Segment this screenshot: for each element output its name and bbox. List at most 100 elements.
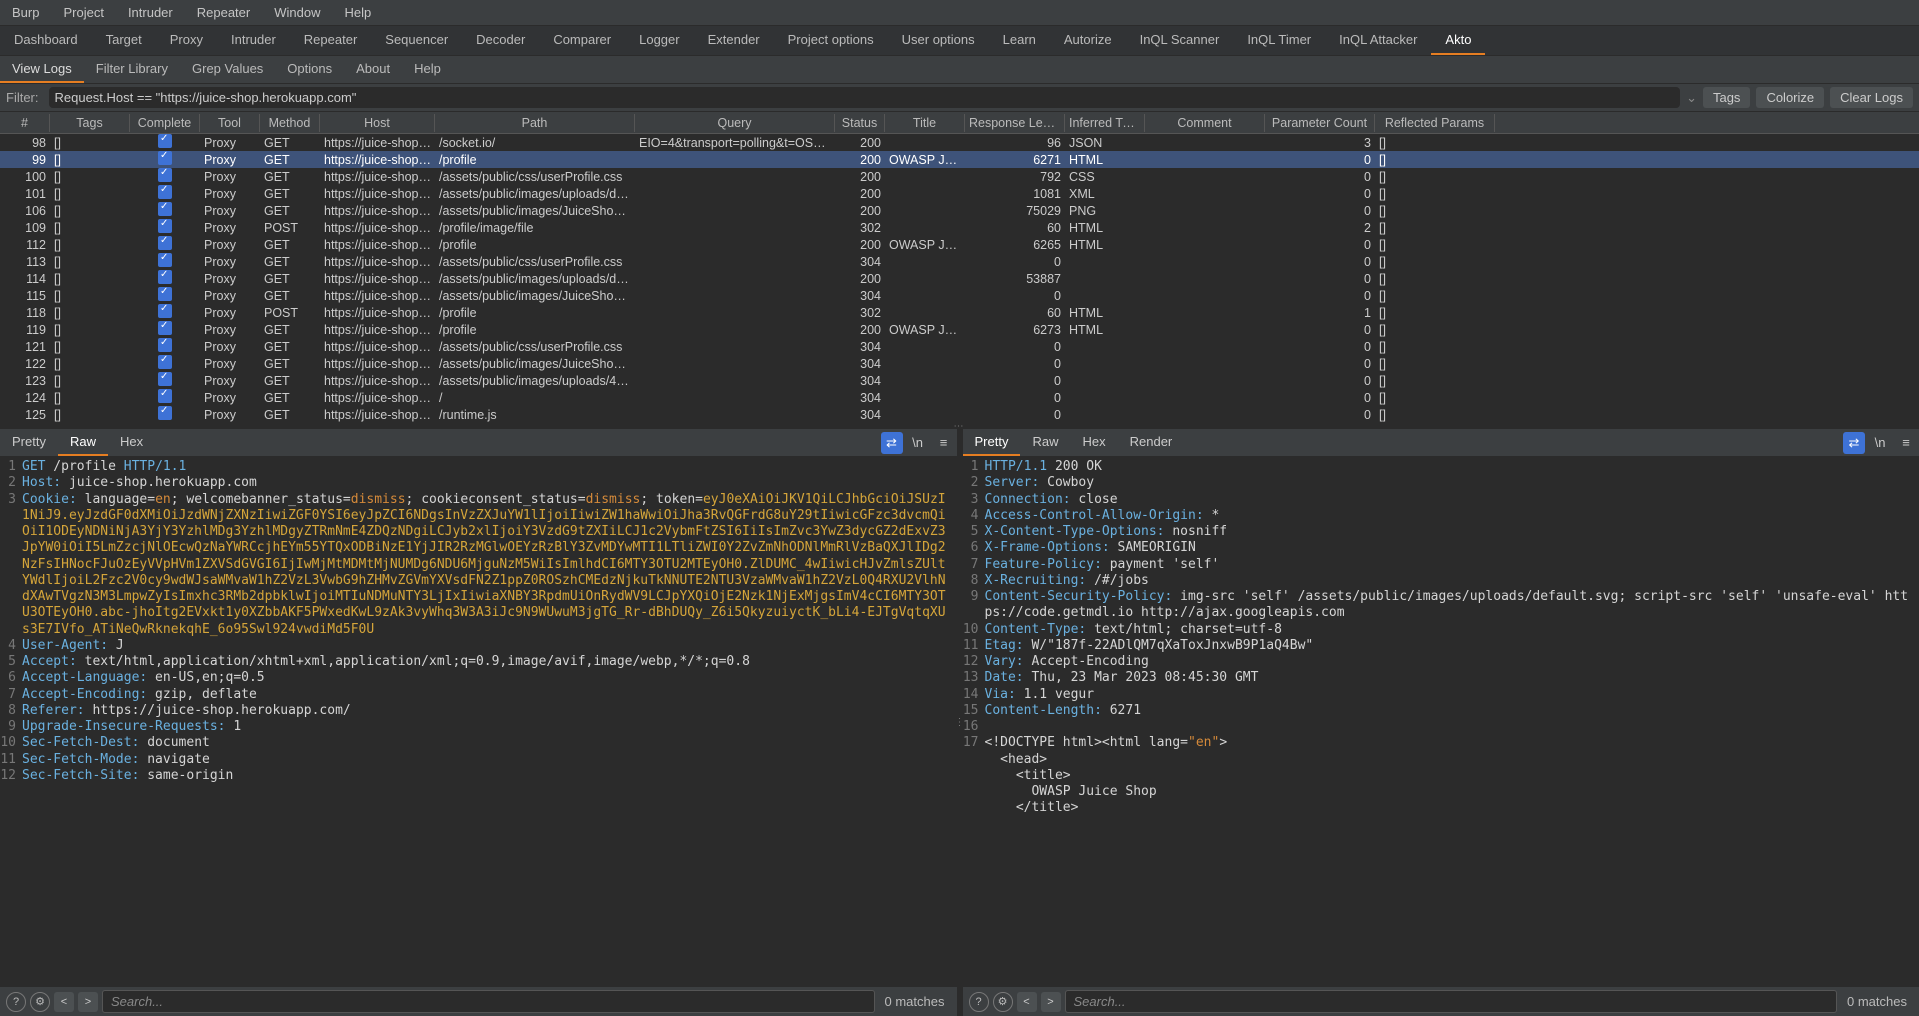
table-row[interactable]: 106 [] Proxy GET https://juice-shop.... … — [0, 202, 1919, 219]
tags-button[interactable]: Tags — [1703, 87, 1750, 108]
col-title[interactable]: Title — [885, 114, 965, 132]
col-comment[interactable]: Comment — [1145, 114, 1265, 132]
pane-tab-hex[interactable]: Hex — [108, 429, 155, 456]
col-status[interactable]: Status — [835, 114, 885, 132]
subtab-help[interactable]: Help — [402, 56, 453, 83]
filter-input[interactable]: Request.Host == "https://juice-shop.hero… — [49, 87, 1681, 108]
response-search-input[interactable]: Search... — [1065, 990, 1838, 1013]
clear-logs-button[interactable]: Clear Logs — [1830, 87, 1913, 108]
tab-logger[interactable]: Logger — [625, 26, 693, 55]
tab-decoder[interactable]: Decoder — [462, 26, 539, 55]
table-row[interactable]: 113 [] Proxy GET https://juice-shop.... … — [0, 253, 1919, 270]
help-icon[interactable]: ? — [969, 992, 989, 1012]
pane-tab-hex[interactable]: Hex — [1070, 429, 1117, 456]
col-inferred-type[interactable]: Inferred Type — [1065, 114, 1145, 132]
table-body[interactable]: 98 [] Proxy GET https://juice-shop.... /… — [0, 134, 1919, 423]
tab-comparer[interactable]: Comparer — [539, 26, 625, 55]
tab-proxy[interactable]: Proxy — [156, 26, 217, 55]
table-row[interactable]: 122 [] Proxy GET https://juice-shop.... … — [0, 355, 1919, 372]
col-tool[interactable]: Tool — [200, 114, 260, 132]
tab-dashboard[interactable]: Dashboard — [0, 26, 92, 55]
tab-inql-timer[interactable]: InQL Timer — [1233, 26, 1325, 55]
col--[interactable]: # — [0, 114, 50, 132]
tab-intruder[interactable]: Intruder — [217, 26, 290, 55]
subtab-filter-library[interactable]: Filter Library — [84, 56, 180, 83]
request-editor[interactable]: 1GET /profile HTTP/1.12Host: juice-shop.… — [0, 457, 957, 986]
code-line: 8Referer: https://juice-shop.herokuapp.c… — [0, 703, 957, 719]
menu-intruder[interactable]: Intruder — [124, 3, 177, 22]
table-row[interactable]: 115 [] Proxy GET https://juice-shop.... … — [0, 287, 1919, 304]
tab-autorize[interactable]: Autorize — [1050, 26, 1126, 55]
table-row[interactable]: 119 [] Proxy GET https://juice-shop.... … — [0, 321, 1919, 338]
request-bottom-bar: ? ⚙ < > Search... 0 matches — [0, 986, 957, 1016]
newline-icon[interactable]: \n — [1869, 432, 1891, 454]
gear-icon[interactable]: ⚙ — [30, 992, 50, 1012]
col-reflected-params[interactable]: Reflected Params — [1375, 114, 1495, 132]
pane-tab-render[interactable]: Render — [1118, 429, 1185, 456]
hamburger-icon[interactable]: ≡ — [1895, 432, 1917, 454]
col-parameter-count[interactable]: Parameter Count — [1265, 114, 1375, 132]
checkbox-icon — [158, 168, 172, 182]
tab-user-options[interactable]: User options — [888, 26, 989, 55]
tab-project-options[interactable]: Project options — [774, 26, 888, 55]
table-row[interactable]: 123 [] Proxy GET https://juice-shop.... … — [0, 372, 1919, 389]
hamburger-icon[interactable]: ≡ — [933, 432, 955, 454]
newline-icon[interactable]: \n — [907, 432, 929, 454]
prev-match-button[interactable]: < — [1017, 992, 1037, 1012]
menu-help[interactable]: Help — [340, 3, 375, 22]
tab-target[interactable]: Target — [92, 26, 156, 55]
col-query[interactable]: Query — [635, 114, 835, 132]
tab-learn[interactable]: Learn — [989, 26, 1050, 55]
table-row[interactable]: 99 [] Proxy GET https://juice-shop.... /… — [0, 151, 1919, 168]
tab-repeater[interactable]: Repeater — [290, 26, 371, 55]
tab-sequencer[interactable]: Sequencer — [371, 26, 462, 55]
table-row[interactable]: 112 [] Proxy GET https://juice-shop.... … — [0, 236, 1919, 253]
main-tabbar: DashboardTargetProxyIntruderRepeaterSequ… — [0, 26, 1919, 56]
next-match-button[interactable]: > — [78, 992, 98, 1012]
next-match-button[interactable]: > — [1041, 992, 1061, 1012]
col-complete[interactable]: Complete — [130, 114, 200, 132]
gear-icon[interactable]: ⚙ — [993, 992, 1013, 1012]
actions-icon[interactable]: ⇄ — [1843, 432, 1865, 454]
col-method[interactable]: Method — [260, 114, 320, 132]
help-icon[interactable]: ? — [6, 992, 26, 1012]
table-row[interactable]: 101 [] Proxy GET https://juice-shop.... … — [0, 185, 1919, 202]
pane-tab-raw[interactable]: Raw — [58, 429, 108, 456]
menubar: Burp Project Intruder Repeater Window Help — [0, 0, 1919, 26]
tab-akto[interactable]: Akto — [1431, 26, 1485, 55]
menu-repeater[interactable]: Repeater — [193, 3, 254, 22]
tab-inql-attacker[interactable]: InQL Attacker — [1325, 26, 1431, 55]
table-row[interactable]: 118 [] Proxy POST https://juice-shop....… — [0, 304, 1919, 321]
actions-icon[interactable]: ⇄ — [881, 432, 903, 454]
menu-window[interactable]: Window — [270, 3, 324, 22]
pane-tab-raw[interactable]: Raw — [1020, 429, 1070, 456]
checkbox-icon — [158, 321, 172, 335]
code-line: 11Etag: W/"187f-22ADlQM7qXaToxJnxwB9P1aQ… — [963, 638, 1919, 654]
col-path[interactable]: Path — [435, 114, 635, 132]
response-editor[interactable]: 1HTTP/1.1 200 OK2Server: Cowboy3Connecti… — [963, 457, 1919, 986]
table-row[interactable]: 121 [] Proxy GET https://juice-shop.... … — [0, 338, 1919, 355]
table-row[interactable]: 114 [] Proxy GET https://juice-shop.... … — [0, 270, 1919, 287]
pane-tab-pretty[interactable]: Pretty — [963, 429, 1021, 456]
menu-burp[interactable]: Burp — [8, 3, 43, 22]
col-response-length[interactable]: Response Length — [965, 114, 1065, 132]
table-row[interactable]: 98 [] Proxy GET https://juice-shop.... /… — [0, 134, 1919, 151]
tab-extender[interactable]: Extender — [694, 26, 774, 55]
subtab-about[interactable]: About — [344, 56, 402, 83]
checkbox-icon — [158, 270, 172, 284]
request-search-input[interactable]: Search... — [102, 990, 875, 1013]
subtab-grep-values[interactable]: Grep Values — [180, 56, 275, 83]
prev-match-button[interactable]: < — [54, 992, 74, 1012]
filter-dropdown-icon[interactable]: ⌄ — [1686, 90, 1697, 106]
pane-tab-pretty[interactable]: Pretty — [0, 429, 58, 456]
table-row[interactable]: 100 [] Proxy GET https://juice-shop.... … — [0, 168, 1919, 185]
colorize-button[interactable]: Colorize — [1756, 87, 1824, 108]
subtab-view-logs[interactable]: View Logs — [0, 56, 84, 83]
tab-inql-scanner[interactable]: InQL Scanner — [1126, 26, 1234, 55]
col-host[interactable]: Host — [320, 114, 435, 132]
menu-project[interactable]: Project — [59, 3, 107, 22]
col-tags[interactable]: Tags — [50, 114, 130, 132]
table-row[interactable]: 109 [] Proxy POST https://juice-shop....… — [0, 219, 1919, 236]
table-row[interactable]: 124 [] Proxy GET https://juice-shop.... … — [0, 389, 1919, 406]
subtab-options[interactable]: Options — [275, 56, 344, 83]
